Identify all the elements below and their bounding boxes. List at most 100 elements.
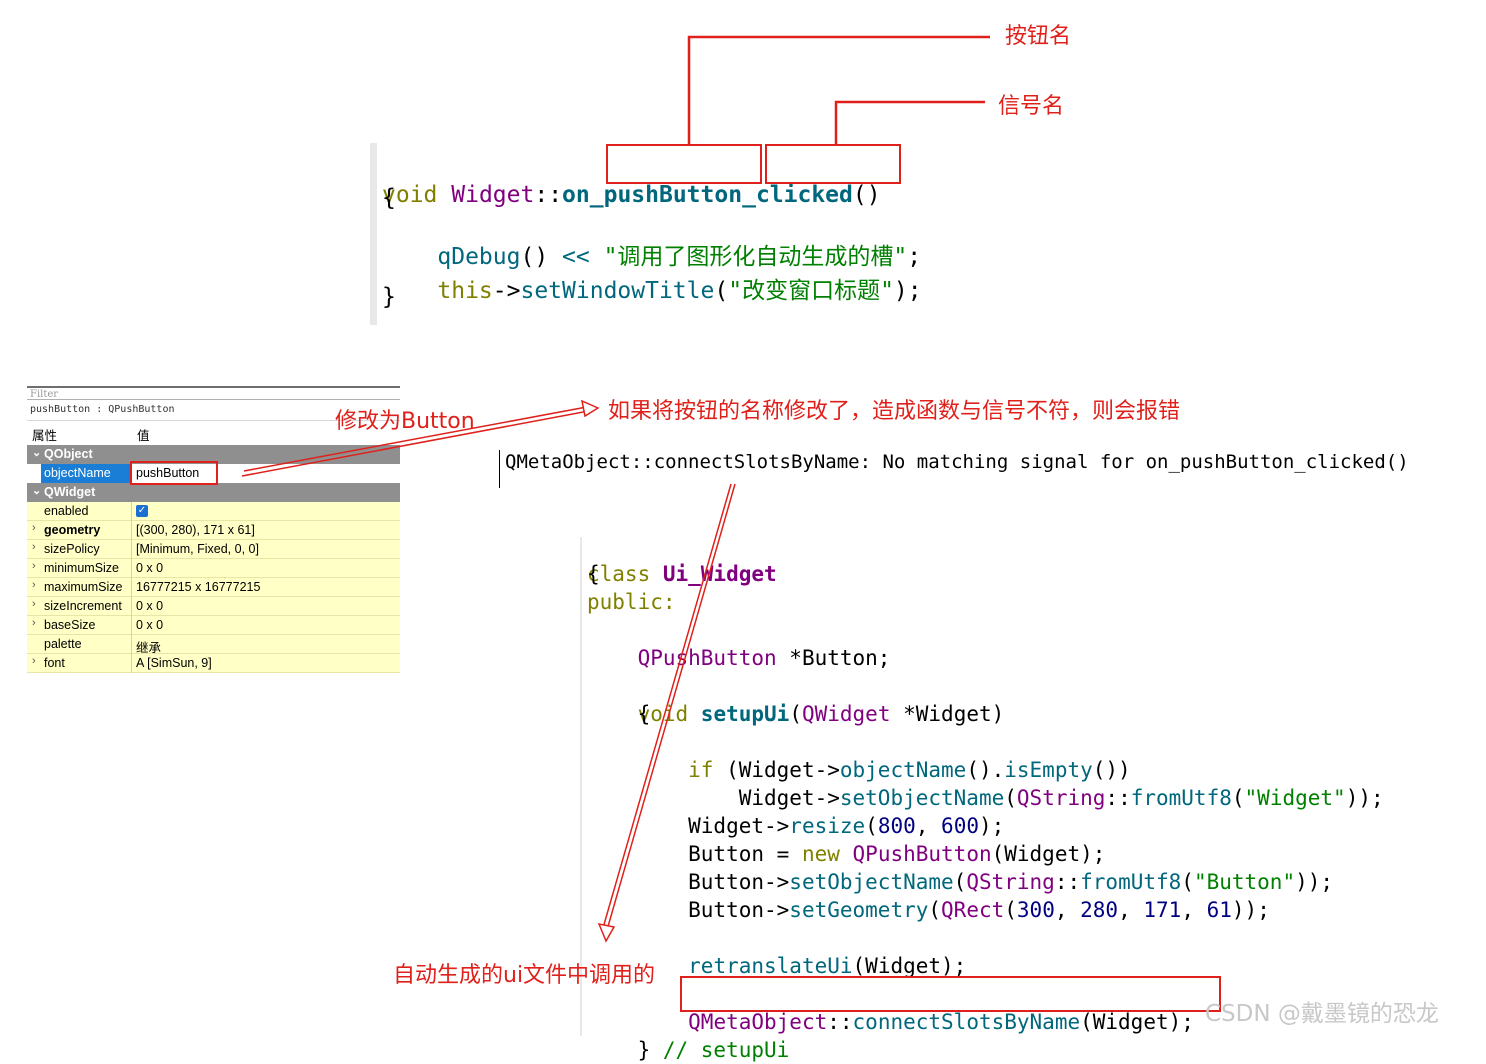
column-separator [131,654,132,673]
object-path: pushButton : QPushButton [30,404,175,415]
column-separator [131,521,132,540]
label-rename-to: 修改为Button [335,409,475,434]
property-row-minimumsize[interactable]: › minimumSize 0 x 0 [27,559,400,578]
chevron-right-icon[interactable]: › [32,617,36,629]
property-key: objectName [44,466,111,480]
arrow-rename-head [580,399,600,418]
type-qrect: QRect [941,898,1005,922]
fn-setupui: setupUi [700,702,790,726]
code-text: ( [1004,786,1017,810]
string-widget: "Widget" [1244,786,1346,810]
chevron-right-icon[interactable]: › [32,522,36,534]
code-text: , [1118,898,1144,922]
code-text: ( [928,898,942,922]
code-line-open-brace: { [382,185,396,211]
watermark: CSDN @戴墨镜的恐龙 [1205,1001,1439,1027]
ui-line-class: class Ui_Widget [587,532,777,588]
column-separator [131,578,132,597]
category-label: QWidget [44,485,96,499]
code-text: , [1181,898,1207,922]
type-qstring: QString [1016,786,1106,810]
code-text: :: [827,1010,853,1034]
property-row-geometry[interactable]: › geometry [(300, 280), 171 x 61] [27,521,400,540]
highlight-button-name [606,144,762,184]
code-text: Button-> [587,898,790,922]
string-title: "改变窗口标题" [728,278,894,304]
property-value[interactable]: [(300, 280), 171 x 61] [136,523,255,537]
slot-underscore: _ [742,182,756,208]
label-error-note: 如果将按钮的名称修改了，造成函数与信号不符，则会报错 [608,399,1181,424]
code-text: )); [1231,898,1270,922]
column-separator [131,616,132,635]
property-key: sizeIncrement [44,599,122,613]
slot-button-name: pushButton [603,182,743,208]
code-text: )); [1295,870,1334,894]
filter-input[interactable]: Filter [27,386,400,400]
fn-retranslateui: retranslateUi [688,954,853,978]
property-value[interactable]: 0 x 0 [136,599,163,613]
label-auto-generated: 自动生成的ui文件中调用的 [393,963,656,988]
chevron-right-icon[interactable]: › [32,598,36,610]
highlight-objectname-value [130,461,218,485]
property-key: palette [44,637,82,651]
scope-op: :: [534,182,563,208]
checkbox-icon[interactable]: ✓ [136,505,148,517]
code-line-close-brace: } [382,284,396,310]
column-separator [131,559,132,578]
label-signal-name: 信号名 [998,94,1065,119]
paren-open: ( [714,278,729,304]
column-separator [131,635,132,654]
leader-line-button-name [687,35,990,145]
property-row-font[interactable]: › font A [SimSun, 9] [27,654,400,673]
param-rest: *Widget) [890,702,1005,726]
ui-line-open: { [587,562,600,586]
ui-line-fn-open: { [587,702,651,726]
property-value[interactable]: 0 x 0 [136,618,163,632]
fn-connectslotsbyname: connectSlotsByName [852,1010,1081,1034]
header-value: 值 [137,429,150,443]
type-qwidget: QWidget [801,702,891,726]
code-text: ( [1231,786,1245,810]
property-value[interactable]: 0 x 0 [136,561,163,575]
property-value[interactable]: A [SimSun, 9] [136,656,212,670]
arrow-op: -> [492,278,521,304]
code-text: (Widget); [1080,1010,1194,1034]
property-row-sizepolicy[interactable]: › sizePolicy [Minimum, Fixed, 0, 0] [27,540,400,559]
property-row-palette[interactable]: palette 继承 [27,635,400,655]
number: 61 [1206,898,1232,922]
class-widget: Widget [451,182,535,208]
property-row-sizeincrement[interactable]: › sizeIncrement 0 x 0 [27,597,400,616]
property-value[interactable]: [Minimum, Fixed, 0, 0] [136,542,259,556]
ui-line-close: } // setupUi [587,1008,790,1064]
property-row-maximumsize[interactable]: › maximumSize 16777215 x 16777215 [27,578,400,597]
property-key: geometry [44,523,101,537]
slot-signal-name: clicked [755,182,853,208]
property-key: enabled [44,504,89,518]
number: 300 [1016,898,1055,922]
number: 171 [1143,898,1182,922]
slot-parens: () [852,182,881,208]
type-qpushbutton: QPushButton [587,646,777,670]
chevron-right-icon[interactable]: › [32,655,36,667]
error-gutter [499,450,500,488]
chevron-down-icon: ⌄ [32,485,42,497]
ui-line-button-decl: QPushButton *Button; [587,616,891,672]
code-text: )); [1345,786,1384,810]
highlight-signal-name [765,144,901,184]
code-text: ( [1004,898,1017,922]
code-line-setwindowtitle: this->setWindowTitle("改变窗口标题"); [382,246,921,306]
property-key: font [44,656,65,670]
fn-fromutf8: fromUtf8 [1130,786,1232,810]
chevron-right-icon[interactable]: › [32,541,36,553]
ui-line-setgeometry: Button->setGeometry(QRect(300, 280, 171,… [587,868,1270,924]
chevron-right-icon[interactable]: › [32,579,36,591]
highlight-connectslots-call [680,976,1221,1012]
class-ui-widget: Ui_Widget [662,562,777,586]
chevron-right-icon[interactable]: › [32,560,36,572]
fn-setgeometry: setGeometry [789,898,929,922]
property-value[interactable]: 16777215 x 16777215 [136,580,260,594]
property-row-basesize[interactable]: › baseSize 0 x 0 [27,616,400,635]
category-qwidget[interactable]: ⌄ QWidget [27,483,400,502]
column-separator [131,502,132,521]
property-row-enabled[interactable]: enabled ✓ [27,502,400,521]
